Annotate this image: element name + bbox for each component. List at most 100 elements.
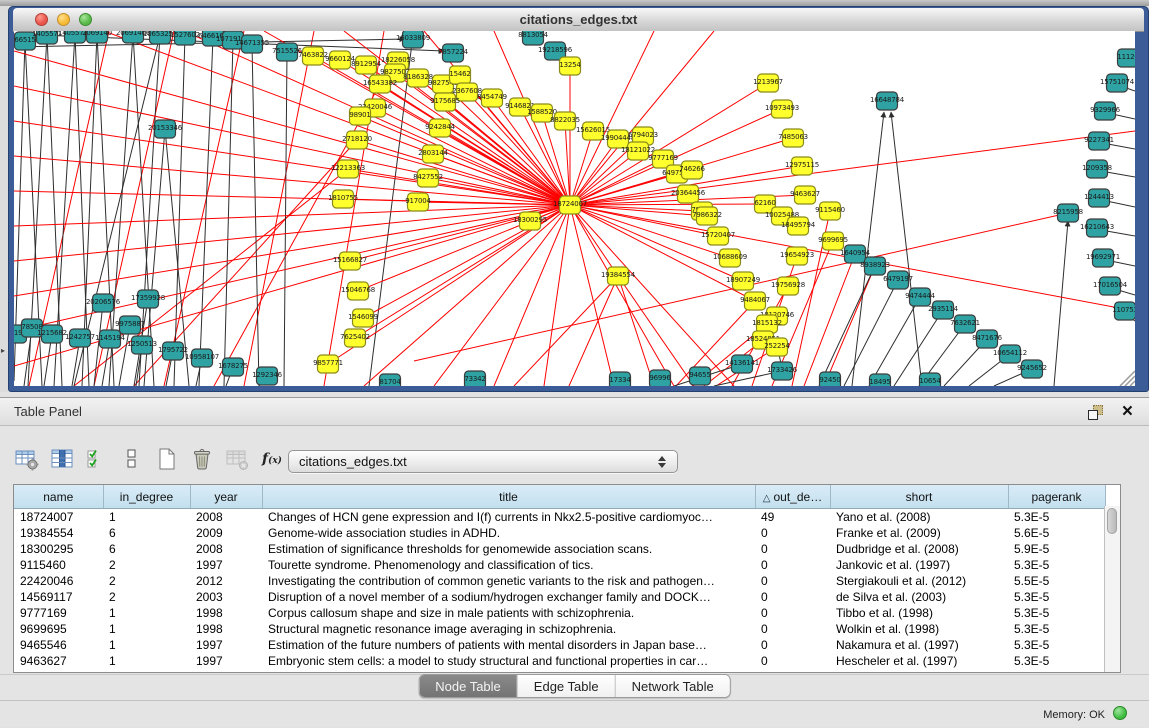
graph-node[interactable]: 9857771	[313, 355, 343, 373]
graph-node[interactable]: 1795722	[158, 342, 188, 360]
graph-node[interactable]: 10654112	[993, 345, 1027, 363]
node-table-grid[interactable]: namein_degreeyeartitle△out_de…shortpager…	[14, 485, 1106, 669]
graph-node[interactable]: 9474444	[905, 288, 936, 306]
graph-node[interactable]: 16648784	[870, 92, 905, 110]
table-cell[interactable]: 5.5E-5	[1008, 573, 1105, 589]
graph-node[interactable]: 16033809	[396, 31, 430, 48]
graph-node[interactable]: 8938923	[860, 257, 890, 275]
graph-node[interactable]: 16210643	[1080, 219, 1114, 237]
graph-node[interactable]: 96996	[649, 370, 671, 386]
graph-node[interactable]: 14136141	[725, 355, 759, 373]
table-cell[interactable]: 2	[103, 589, 190, 605]
table-cell[interactable]: 1997	[190, 557, 262, 573]
table-cell[interactable]: Genome-wide association studies in ADHD.	[262, 525, 755, 541]
close-panel-icon[interactable]: ×	[1122, 399, 1133, 425]
graph-node[interactable]: 7625402	[340, 329, 370, 347]
graph-node[interactable]: 15462	[449, 66, 470, 84]
table-cell[interactable]: Yano et al. (2008)	[830, 509, 1008, 526]
graph-node[interactable]: 19692971	[1086, 249, 1120, 267]
graph-node[interactable]: 73342	[464, 371, 485, 386]
table-cell[interactable]: Structural magnetic resonance image aver…	[262, 621, 755, 637]
graph-node[interactable]: 1292346	[252, 367, 283, 385]
table-row[interactable]: 977716911998Corpus callosum shape and si…	[14, 605, 1105, 621]
graph-node[interactable]: 917004	[405, 193, 431, 211]
tab-edge-table[interactable]: Edge Table	[518, 675, 616, 697]
table-header-row[interactable]: namein_degreeyeartitle△out_de…shortpager…	[14, 485, 1105, 509]
table-cell[interactable]: 5.9E-5	[1008, 541, 1105, 557]
column-header-short[interactable]: short	[830, 485, 1008, 509]
graph-node[interactable]: 1244413	[1084, 189, 1114, 207]
table-cell[interactable]: 2003	[190, 589, 262, 605]
table-cell[interactable]: 0	[755, 557, 830, 573]
table-selector-dropdown[interactable]: citations_edges.txt	[288, 450, 678, 473]
table-cell[interactable]: 0	[755, 653, 830, 669]
table-cell[interactable]: 5.3E-5	[1008, 653, 1105, 669]
memory-status-indicator-icon[interactable]	[1113, 706, 1127, 720]
table-cell[interactable]: 2009	[190, 525, 262, 541]
table-cell[interactable]: 9463627	[14, 653, 103, 669]
table-cell[interactable]: 5.3E-5	[1008, 589, 1105, 605]
table-cell[interactable]: Disruption of a novel member of a sodium…	[262, 589, 755, 605]
table-cell[interactable]: 6	[103, 525, 190, 541]
table-cell[interactable]: 1	[103, 621, 190, 637]
graph-node[interactable]: 1213967	[753, 74, 783, 92]
table-cell[interactable]: 5.3E-5	[1008, 605, 1105, 621]
graph-node[interactable]: 9227341	[1084, 132, 1114, 150]
table-cell[interactable]: Stergiakouli et al. (2012)	[830, 573, 1008, 589]
network-view-window[interactable]: citations_edges.txt 16651551405571140557…	[8, 6, 1149, 392]
graph-node[interactable]: 1815132	[752, 315, 782, 333]
table-cell[interactable]: Wolkin et al. (1998)	[830, 621, 1008, 637]
table-scrollbar-thumb[interactable]	[1107, 508, 1117, 534]
graph-node[interactable]: 10973493	[765, 100, 799, 118]
graph-node[interactable]: 98901	[349, 107, 370, 125]
tab-node-table[interactable]: Node Table	[419, 675, 518, 697]
graph-node[interactable]: 17359928	[131, 290, 165, 308]
table-scrollbar[interactable]	[1104, 506, 1120, 672]
table-cell[interactable]: Corpus callosum shape and size in male p…	[262, 605, 755, 621]
table-panel-header[interactable]: Table Panel ×	[0, 397, 1149, 426]
table-row[interactable]: 1456911722003Disruption of a novel membe…	[14, 589, 1105, 605]
graph-node[interactable]: 8215958	[1053, 204, 1083, 222]
table-cell[interactable]: 19384554	[14, 525, 103, 541]
graph-node[interactable]: 1209358	[1082, 160, 1112, 178]
column-header-in_degree[interactable]: in_degree	[103, 485, 190, 509]
function-builder-icon[interactable]: f(x)	[259, 446, 285, 472]
column-selection-icon[interactable]	[49, 446, 75, 472]
graph-node[interactable]: 17334	[609, 372, 631, 386]
graph-node[interactable]: 12975115	[785, 157, 819, 175]
table-cell[interactable]: de Silva et al. (2003)	[830, 589, 1008, 605]
graph-node[interactable]: 746266	[679, 161, 705, 179]
column-header-pagerank[interactable]: pagerank	[1008, 485, 1105, 509]
table-cell[interactable]: 1997	[190, 653, 262, 669]
table-row[interactable]: 1830029562008Estimation of significance …	[14, 541, 1105, 557]
table-cell[interactable]: 22420046	[14, 573, 103, 589]
column-header-title[interactable]: title	[262, 485, 755, 509]
graph-node[interactable]: 9175685	[430, 93, 460, 111]
graph-node[interactable]: 11120	[1117, 49, 1135, 67]
new-table-icon[interactable]	[154, 446, 180, 472]
table-cell[interactable]: 1	[103, 653, 190, 669]
table-cell[interactable]: 2	[103, 573, 190, 589]
graph-node[interactable]: 7986322	[692, 207, 722, 225]
graph-node[interactable]: 9463627	[790, 186, 820, 204]
table-cell[interactable]: Franke et al. (2009)	[830, 525, 1008, 541]
table-row[interactable]: 1872400712008Changes of HCN gene express…	[14, 509, 1105, 526]
float-panel-icon[interactable]	[1088, 405, 1103, 420]
column-header-year[interactable]: year	[190, 485, 262, 509]
network-canvas[interactable]: 1665155140557114055714206914020691406106…	[14, 31, 1135, 386]
table-row[interactable]: 911546021997Tourette syndrome. Phenomeno…	[14, 557, 1105, 573]
table-cell[interactable]: 0	[755, 589, 830, 605]
graph-node[interactable]: 13254	[559, 57, 581, 75]
table-row[interactable]: 946362711997Embryonic stem cells: a mode…	[14, 653, 1105, 669]
table-row[interactable]: 946554611997Estimation of the future num…	[14, 637, 1105, 653]
table-cell[interactable]: 0	[755, 573, 830, 589]
table-cell[interactable]: Nakamura et al. (1997)	[830, 637, 1008, 653]
graph-node[interactable]: 1733426	[767, 362, 798, 380]
graph-node[interactable]: 8454749	[477, 89, 507, 107]
column-header-out_de[interactable]: △out_de…	[755, 485, 830, 509]
table-row[interactable]: 2242004622012Investigating the contribut…	[14, 573, 1105, 589]
table-cell[interactable]: 5.6E-5	[1008, 525, 1105, 541]
graph-node[interactable]: 2935114	[928, 301, 959, 319]
table-cell[interactable]: 1	[103, 605, 190, 621]
table-cell[interactable]: 5.3E-5	[1008, 621, 1105, 637]
